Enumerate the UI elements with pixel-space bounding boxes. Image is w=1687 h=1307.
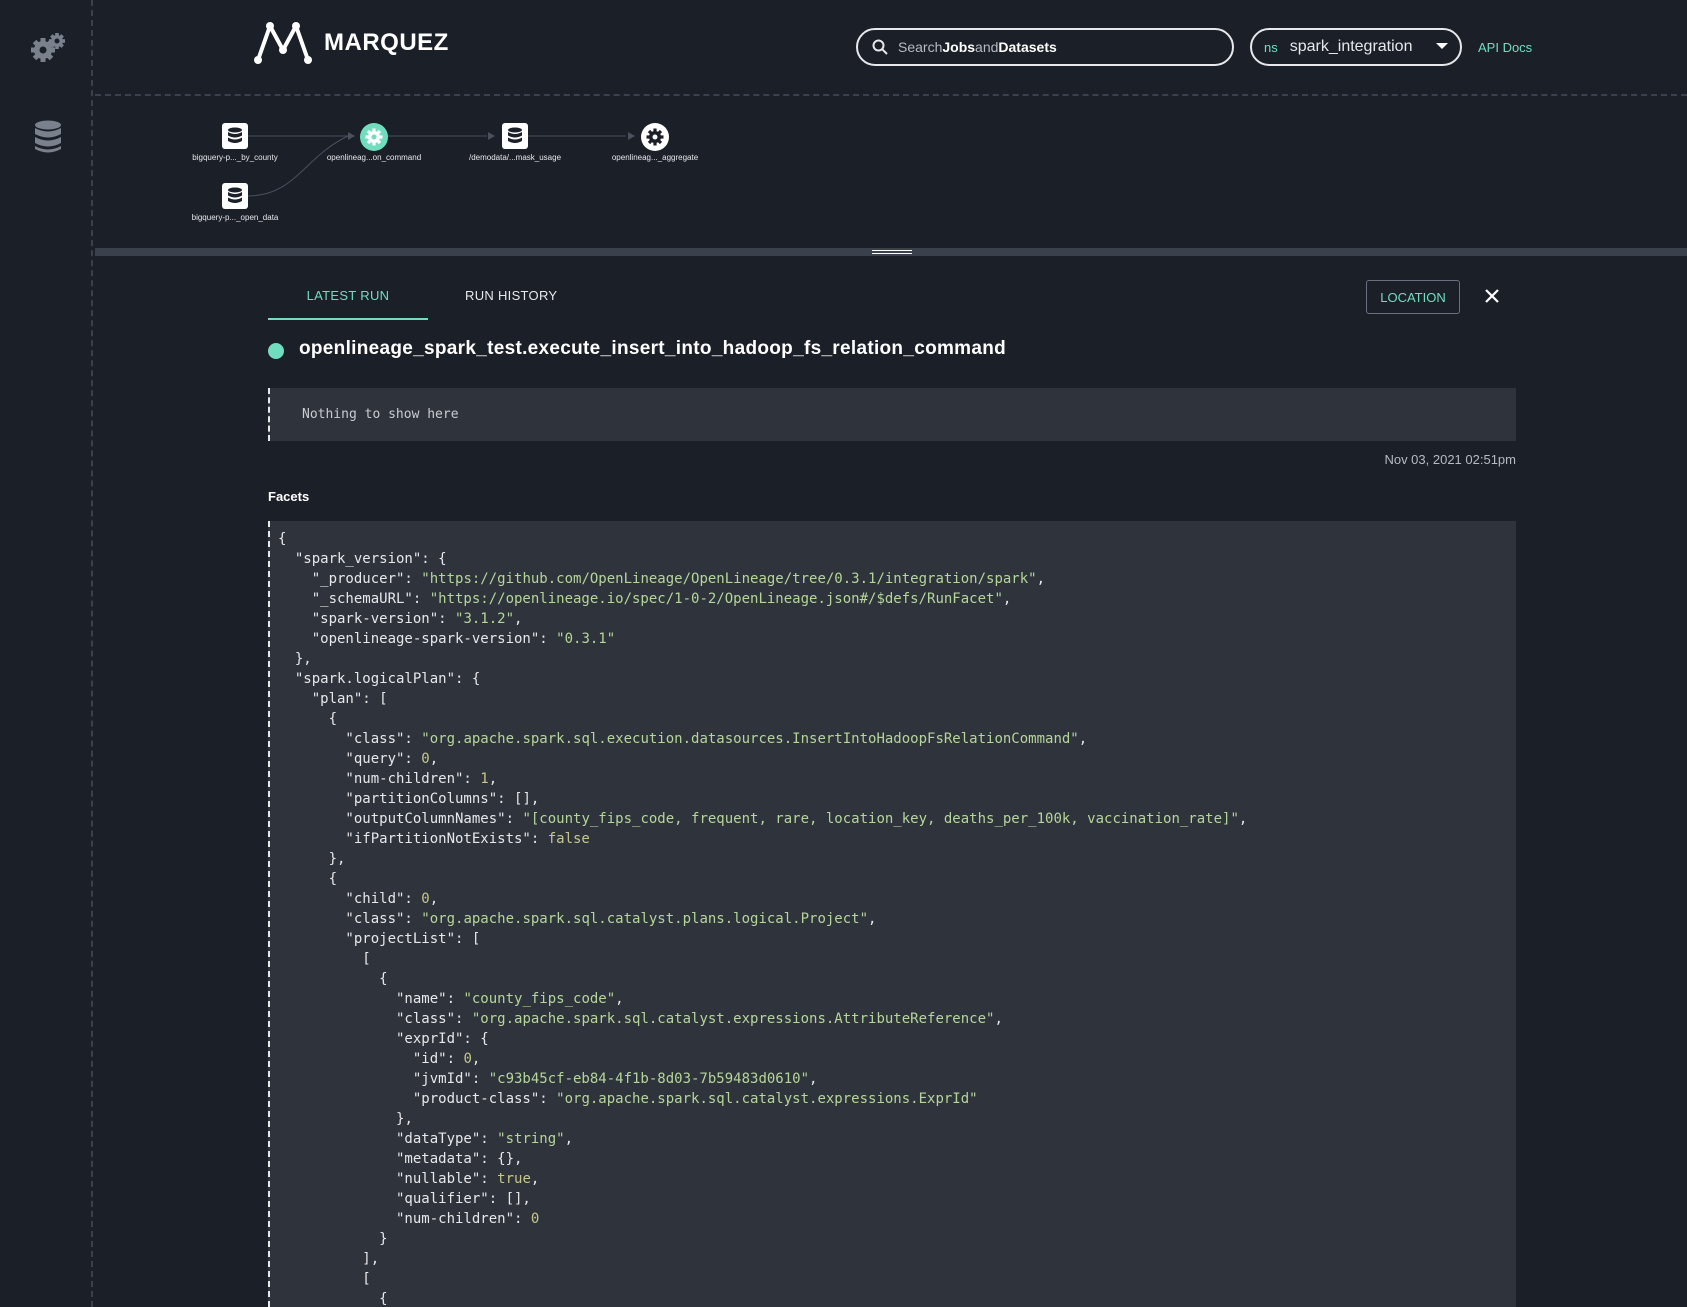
database-icon[interactable] (28, 116, 68, 156)
code-line: "num-children": 1, (278, 771, 498, 787)
marquez-logo-icon (254, 22, 312, 64)
code-line: "name": "county_fips_code", (278, 991, 624, 1007)
run-timestamp: Nov 03, 2021 02:51pm (1384, 452, 1516, 467)
tab-run-history[interactable]: RUN HISTORY (465, 288, 557, 303)
code-line: } (379, 1231, 388, 1247)
code-line: { (328, 711, 338, 727)
empty-message: Nothing to show here (302, 407, 459, 422)
location-button[interactable]: LOCATION (1366, 280, 1460, 314)
code-line: "id": 0, (278, 1051, 481, 1067)
sidebar (0, 0, 93, 1307)
search-placeholder-jobs: Jobs (942, 39, 976, 55)
code-line: "openlineage-spark-version": "0.3.1" (278, 631, 616, 647)
graph-node-label: bigquery-p..._by_county (192, 153, 278, 162)
code-line: { (379, 1291, 388, 1307)
app-name: MARQUEZ (324, 29, 449, 56)
graph-node-label: bigquery-p..._open_data (191, 213, 279, 222)
code-line: "class": "org.apache.spark.sql.execution… (278, 731, 1088, 747)
code-line: "spark.logicalPlan": { (278, 671, 481, 687)
facets-heading: Facets (268, 489, 310, 504)
database-icon (222, 183, 248, 209)
database-icon (502, 123, 528, 149)
code-line: "product-class": "org.apache.spark.sql.c… (278, 1091, 978, 1107)
code-line: "_schemaURL": "https://openlineage.io/sp… (278, 591, 1012, 607)
code-line: "spark_version": { (278, 551, 447, 567)
tab-latest-run[interactable]: LATEST RUN (268, 288, 428, 303)
code-line: "jvmId": "c93b45cf-eb84-4f1b-8d03-7b5948… (278, 1071, 818, 1087)
code-line: { (328, 871, 338, 887)
code-line: "child": 0, (278, 891, 439, 907)
gear-icon (360, 123, 388, 151)
code-line: "partitionColumns": [], (278, 791, 540, 807)
logo[interactable]: MARQUEZ (252, 20, 449, 66)
code-line: ], (362, 1251, 380, 1267)
code-line: }, (328, 851, 346, 867)
code-line: "ifPartitionNotExists": false (278, 831, 590, 847)
code-line: "class": "org.apache.spark.sql.catalyst.… (278, 1011, 1003, 1027)
search-placeholder-prefix: Search (898, 39, 943, 55)
code-line: "_producer": "https://github.com/OpenLin… (278, 571, 1046, 587)
api-docs-link[interactable]: API Docs (1478, 40, 1532, 55)
code-line: "outputColumnNames": "[county_fips_code,… (278, 811, 1248, 827)
close-icon[interactable] (1482, 286, 1502, 306)
namespace-select[interactable]: ns spark_integration (1250, 28, 1462, 66)
tab-indicator (268, 318, 428, 320)
namespace-label: ns (1264, 39, 1278, 55)
graph-node-label: openlineag...on_command (326, 153, 422, 162)
drag-handle[interactable] (872, 250, 912, 254)
code-line: [ (362, 951, 371, 967)
search-input[interactable]: Search Jobs and Datasets (856, 28, 1234, 66)
code-line: "dataType": "string", (278, 1131, 574, 1147)
status-indicator (268, 343, 284, 359)
search-icon (872, 39, 888, 55)
database-icon (222, 123, 248, 149)
header: MARQUEZ Search Jobs and Datasets ns spar… (95, 0, 1687, 96)
code-line: "projectList": [ (278, 931, 481, 947)
lineage-graph: bigquery-p..._by_county openlineag...on_… (95, 96, 1687, 248)
gear-icon (641, 123, 669, 151)
code-line: }, (294, 651, 312, 667)
empty-state: Nothing to show here (268, 388, 1516, 441)
code-line: "num-children": 0 (278, 1211, 540, 1227)
code-line: { (379, 971, 388, 987)
code-line: "nullable": true, (278, 1171, 540, 1187)
caret-down-icon (1436, 43, 1448, 49)
code-line: "class": "org.apache.spark.sql.catalyst.… (278, 911, 877, 927)
namespace-value: spark_integration (1289, 38, 1413, 55)
gear-icon[interactable] (28, 28, 68, 68)
code-line: }, (396, 1111, 413, 1127)
code-line: "spark-version": "3.1.2", (278, 611, 523, 627)
code-line: "exprId": { (278, 1031, 489, 1047)
facets-json[interactable]: { "spark_version": { "_producer": "https… (268, 521, 1516, 1307)
code-line: "query": 0, (278, 751, 439, 767)
job-title: openlineage_spark_test.execute_insert_in… (299, 338, 1007, 359)
graph-node-label: openlineag..._aggregate (611, 153, 699, 162)
code-line: "plan": [ (278, 691, 388, 707)
code-line: [ (362, 1271, 371, 1287)
code-line: "qualifier": [], (278, 1191, 531, 1207)
graph-node-label: /demodata/...mask_usage (468, 153, 562, 162)
search-placeholder-datasets: Datasets (998, 39, 1057, 55)
code-line: "metadata": {}, (278, 1151, 523, 1167)
code-line: { (278, 531, 287, 547)
search-placeholder-and: and (975, 39, 999, 55)
